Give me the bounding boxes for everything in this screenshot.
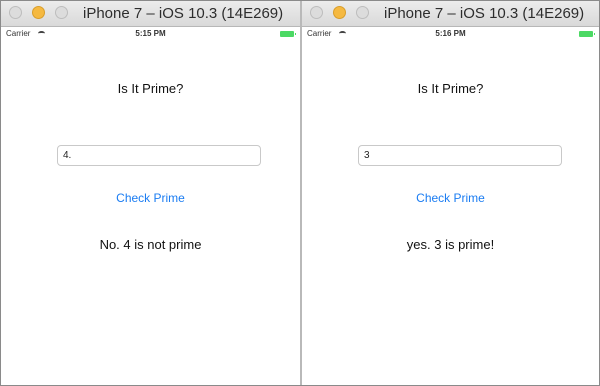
battery-icon <box>579 31 595 37</box>
status-bar: Carrier 5:16 PM <box>302 27 599 41</box>
zoom-window-button[interactable] <box>55 6 68 19</box>
status-bar: Carrier 5:15 PM <box>1 27 300 41</box>
number-input[interactable] <box>57 145 261 166</box>
app-title: Is It Prime? <box>417 81 484 96</box>
result-label: No. 4 is not prime <box>99 237 202 252</box>
window-title: iPhone 7 – iOS 10.3 (14E269) <box>83 5 284 22</box>
minimize-window-button[interactable] <box>333 6 346 19</box>
app-title: Is It Prime? <box>117 81 184 96</box>
number-input[interactable] <box>358 145 562 166</box>
check-prime-button[interactable]: Check Prime <box>1 191 300 205</box>
status-time: 5:15 PM <box>135 29 166 38</box>
check-prime-button[interactable]: Check Prime <box>302 191 599 205</box>
screenshot-frame: iPhone 7 – iOS 10.3 (14E269) Carrier 5:1… <box>0 0 600 386</box>
device-screen: Carrier 5:16 PM Is It Prime? Check Prime… <box>302 27 599 385</box>
window-title: iPhone 7 – iOS 10.3 (14E269) <box>384 5 585 22</box>
window-titlebar[interactable]: iPhone 7 – iOS 10.3 (14E269) <box>302 1 599 27</box>
simulator-window-left: iPhone 7 – iOS 10.3 (14E269) Carrier 5:1… <box>1 1 300 385</box>
result-label: yes. 3 is prime! <box>406 237 495 252</box>
close-window-button[interactable] <box>9 6 22 19</box>
simulator-window-right: iPhone 7 – iOS 10.3 (14E269) Carrier 5:1… <box>302 1 599 385</box>
device-screen: Carrier 5:15 PM Is It Prime? Check Prime… <box>1 27 300 385</box>
battery-icon <box>280 31 296 37</box>
close-window-button[interactable] <box>310 6 323 19</box>
window-titlebar[interactable]: iPhone 7 – iOS 10.3 (14E269) <box>1 1 300 27</box>
status-time: 5:16 PM <box>435 29 466 38</box>
minimize-window-button[interactable] <box>32 6 45 19</box>
zoom-window-button[interactable] <box>356 6 369 19</box>
